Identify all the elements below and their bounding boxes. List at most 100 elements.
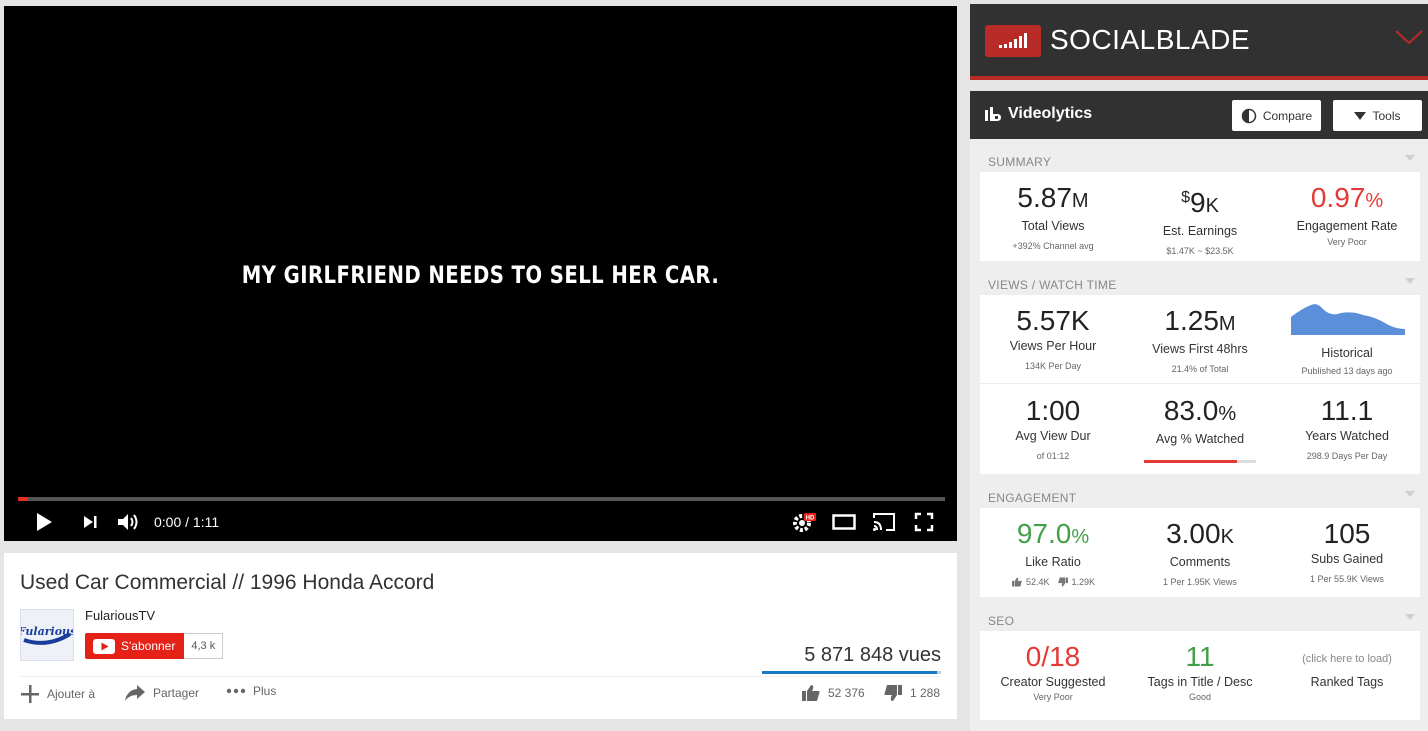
engagement-rate-unit: % xyxy=(1365,190,1384,212)
avg-view-dur-stat: 1:00 Avg View Dur of 01:12 xyxy=(980,395,1126,461)
theater-mode-icon[interactable] xyxy=(830,510,858,534)
socialblade-header: SOCIALBLADE xyxy=(970,4,1428,80)
more-label: Plus xyxy=(253,684,277,698)
views-first48-unit: M xyxy=(1218,313,1236,335)
share-icon xyxy=(125,685,145,701)
time-display: 0:00 / 1:11 xyxy=(154,514,220,530)
tags-title-desc-stat: 11 Tags in Title / Desc Good xyxy=(1127,641,1273,702)
socialblade-logo-icon xyxy=(985,25,1041,57)
more-button[interactable]: Plus xyxy=(226,684,276,698)
video-player[interactable]: MY GIRLFRIEND NEEDS TO SELL HER CAR. 0:0… xyxy=(4,6,957,541)
collapse-arrow-icon[interactable] xyxy=(1405,614,1415,620)
total-views-stat: 5.87M Total Views +392% Channel avg xyxy=(980,182,1126,251)
video-title: Used Car Commercial // 1996 Honda Accord xyxy=(20,571,435,594)
section-watch-label: VIEWS / WATCH TIME xyxy=(988,278,1117,292)
dislikes-count: 1.29K xyxy=(1071,577,1096,587)
collapse-arrow-icon[interactable] xyxy=(1405,491,1415,497)
total-views-label: Total Views xyxy=(1021,219,1085,233)
avg-pct-watched-label: Avg % Watched xyxy=(1155,432,1245,446)
tags-title-desc-sub: Good xyxy=(1188,692,1212,702)
chevron-down-icon[interactable] xyxy=(1394,28,1424,51)
compare-button[interactable]: Compare xyxy=(1232,100,1321,131)
channel-avatar[interactable]: Fularious xyxy=(20,609,74,661)
earnings-sub: $1.47K ~ $23.5K xyxy=(1166,246,1234,256)
earnings-label: Est. Earnings xyxy=(1162,224,1238,238)
dislike-button[interactable]: 1 288 xyxy=(883,684,940,702)
channel-name[interactable]: FulariousTV xyxy=(85,608,155,623)
subscribe-label: S'abonner xyxy=(121,639,176,653)
like-bar-fill xyxy=(762,671,937,674)
comments-sub: 1 Per 1.95K Views xyxy=(1163,577,1237,587)
video-info: Used Car Commercial // 1996 Honda Accord… xyxy=(4,553,957,719)
avg-pct-watched-bar xyxy=(1144,460,1256,463)
section-engagement-label: ENGAGEMENT xyxy=(988,491,1077,505)
tools-button[interactable]: Tools xyxy=(1333,100,1422,131)
tags-title-desc-value: 11 xyxy=(1185,641,1215,672)
volume-icon[interactable] xyxy=(114,510,142,534)
videolytics-title: Videolytics xyxy=(984,105,1092,123)
seo-card: 0/18 Creator Suggested Very Poor 11 Tags… xyxy=(980,631,1420,720)
compare-label: Compare xyxy=(1262,108,1313,123)
view-count: 5 871 848 vues xyxy=(804,644,941,666)
views-first48-sub: 21.4% of Total xyxy=(1171,364,1229,374)
cast-icon[interactable] xyxy=(870,510,898,534)
views-first48-value: 1.25 xyxy=(1164,305,1219,336)
like-button[interactable]: 52 376 xyxy=(801,684,865,702)
years-watched-stat: 11.1 Years Watched 298.9 Days Per Day xyxy=(1274,395,1420,461)
youtube-play-icon xyxy=(93,638,115,654)
historical-sparkline xyxy=(1291,304,1405,335)
add-to-label: Ajouter à xyxy=(47,687,96,701)
videolytics-panel: Videolytics Compare Tools SUMMARY 5.87M … xyxy=(970,91,1428,731)
thumbs-down-icon xyxy=(884,685,902,701)
thumbs-up-icon xyxy=(1011,577,1022,587)
collapse-arrow-icon[interactable] xyxy=(1405,278,1415,284)
progress-bar[interactable] xyxy=(18,497,945,501)
tags-title-desc-label: Tags in Title / Desc xyxy=(1147,675,1253,689)
comments-label: Comments xyxy=(1169,555,1231,569)
thumbs-down-icon xyxy=(1057,577,1068,587)
subscribe-button[interactable]: S'abonner xyxy=(85,633,185,659)
like-ratio-sub: 52.4K 1.29K xyxy=(980,577,1126,587)
views-first48-label: Views First 48hrs xyxy=(1152,342,1248,356)
share-button[interactable]: Partager xyxy=(124,684,199,702)
socialblade-brand: SOCIALBLADE xyxy=(1050,24,1251,55)
add-to-button[interactable]: Ajouter à xyxy=(20,684,95,704)
years-watched-value: 11.1 xyxy=(1320,395,1374,426)
creator-suggested-sub: Very Poor xyxy=(1033,692,1073,702)
fullscreen-icon[interactable] xyxy=(910,510,938,534)
tools-label: Tools xyxy=(1372,108,1401,123)
ranked-tags-label: Ranked Tags xyxy=(1310,675,1384,689)
progress-played xyxy=(18,497,29,501)
earnings-value: 9 xyxy=(1189,187,1206,218)
like-ratio-value: 97.0 xyxy=(1016,518,1072,549)
plus-icon xyxy=(21,685,39,703)
collapse-arrow-icon[interactable] xyxy=(1405,155,1415,161)
likes-count: 52.4K xyxy=(1025,577,1050,587)
views-per-hour-value: 5.57K xyxy=(1016,305,1090,336)
like-count: 52 376 xyxy=(828,686,865,700)
comments-unit: K xyxy=(1220,526,1234,548)
avg-view-dur-label: Avg View Dur xyxy=(1015,429,1091,443)
sb-mini-logo-icon xyxy=(985,107,1001,121)
settings-hd-icon[interactable]: HD xyxy=(790,510,818,534)
player-controls: 0:00 / 1:11 HD xyxy=(4,506,957,538)
thumbs-up-icon xyxy=(802,685,820,701)
engagement-rate-sub: Very Poor xyxy=(1327,237,1367,247)
engagement-card: 97.0% Like Ratio 52.4K 1.29K 3.00K Comme… xyxy=(980,508,1420,597)
divider xyxy=(20,676,941,677)
watch-card: 5.57K Views Per Hour 134K Per Day 1.25M … xyxy=(980,295,1420,474)
total-views-value: 5.87 xyxy=(1017,182,1072,213)
ranked-tags-hint[interactable]: (click here to load) xyxy=(1274,653,1420,665)
ranked-tags-stat[interactable]: (click here to load) Ranked Tags xyxy=(1274,653,1420,689)
like-ratio-unit: % xyxy=(1071,526,1090,548)
historical-stat[interactable]: Historical Published 13 days ago xyxy=(1274,299,1420,376)
views-first48-stat: 1.25M Views First 48hrs 21.4% of Total xyxy=(1127,305,1273,374)
subs-gained-stat: 105 Subs Gained 1 Per 55.9K Views xyxy=(1274,518,1420,584)
next-icon[interactable] xyxy=(78,510,102,534)
views-per-hour-sub: 134K Per Day xyxy=(1024,361,1082,371)
subs-gained-sub: 1 Per 55.9K Views xyxy=(1310,574,1384,584)
play-icon[interactable] xyxy=(32,510,56,534)
like-dislike-bar xyxy=(762,671,941,674)
creator-suggested-stat: 0/18 Creator Suggested Very Poor xyxy=(980,641,1126,702)
creator-suggested-value: 0/18 xyxy=(1025,641,1081,672)
